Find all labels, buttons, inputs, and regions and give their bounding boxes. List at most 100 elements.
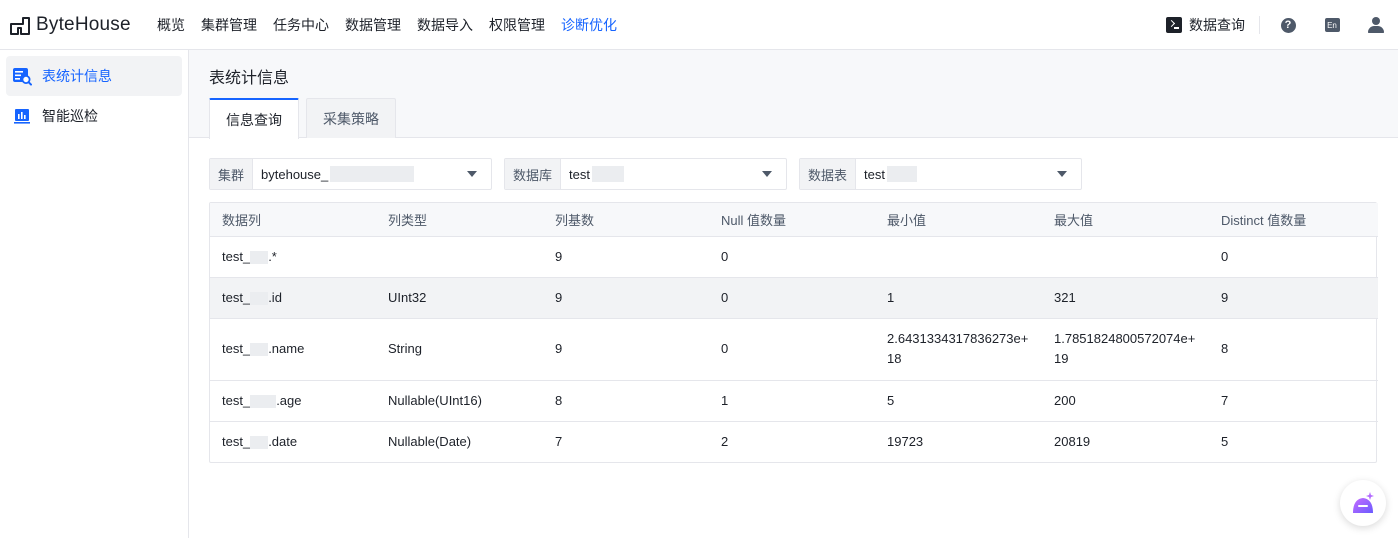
nulls-cell: 2 — [721, 433, 729, 449]
column-header-column: 数据列 — [210, 203, 376, 237]
table-select[interactable]: 数据表 test — [799, 158, 1082, 190]
nav-item-permissions[interactable]: 权限管理 — [489, 15, 545, 35]
table-row[interactable]: test_ .* 9 0 0 — [210, 236, 1378, 278]
column-header-nulls: Null 值数量 — [709, 203, 875, 237]
filter-bar: 集群 bytehouse_ 数据库 test 数据表 test — [209, 158, 1094, 190]
database-select[interactable]: 数据库 test — [504, 158, 787, 190]
table-row[interactable]: test_ .id UInt32 9 0 1 321 9 — [210, 277, 1378, 319]
max-cell: 321 — [1042, 277, 1209, 319]
ai-assistant-icon — [1353, 492, 1374, 513]
cardinality-cell: 8 — [543, 380, 709, 422]
help-button[interactable]: ? — [1266, 0, 1310, 50]
logo-text: ByteHouse — [36, 13, 131, 35]
cardinality-cell: 9 — [543, 236, 709, 278]
nulls-cell: 0 — [709, 277, 875, 319]
cardinality-cell: 7 — [555, 433, 563, 449]
bytehouse-logo-icon — [10, 16, 30, 35]
min-cell — [875, 236, 1042, 278]
nav-item-data-management[interactable]: 数据管理 — [345, 15, 401, 35]
distinct-cell: 9 — [1209, 277, 1378, 319]
main-content: 表统计信息 信息查询 采集策略 集群 bytehouse_ 数据库 test 数… — [189, 50, 1398, 538]
column-suffix: .name — [268, 341, 305, 356]
distinct-cell: 7 — [1209, 380, 1378, 422]
redacted-mask — [250, 394, 277, 408]
table-row[interactable]: test_ .date Nullable(Date) 7 2 19723 2081… — [210, 421, 1378, 462]
nav-item-clusters[interactable]: 集群管理 — [201, 15, 257, 35]
distinct-cell: 5 — [1221, 433, 1229, 449]
nulls-cell: 0 — [709, 318, 875, 381]
table-row[interactable]: test_ .name String 9 0 2.6431334317836273… — [210, 318, 1378, 381]
user-button[interactable] — [1354, 0, 1398, 50]
nav-item-overview[interactable]: 概览 — [157, 15, 185, 35]
logo[interactable]: ByteHouse — [9, 14, 149, 36]
distinct-cell: 8 — [1209, 318, 1378, 381]
cluster-select[interactable]: 集群 bytehouse_ — [209, 158, 492, 190]
sidebar-item-smart-inspection[interactable]: 智能巡检 — [6, 96, 182, 136]
column-suffix: .date — [268, 433, 298, 449]
column-name: test_ — [222, 248, 251, 264]
tabs: 信息查询 采集策略 — [209, 98, 403, 139]
page-header: 表统计信息 信息查询 采集策略 — [189, 50, 1398, 139]
nav-item-diagnostics[interactable]: 诊断优化 — [561, 15, 617, 35]
cardinality-cell: 9 — [543, 277, 709, 319]
user-icon — [1368, 17, 1384, 33]
nulls-cell: 0 — [709, 236, 875, 278]
type-cell: String — [376, 318, 543, 381]
cluster-select-label: 集群 — [210, 159, 254, 189]
min-cell: 1 — [875, 277, 1042, 319]
question-circle-icon: ? — [1280, 17, 1296, 33]
nulls-cell: 1 — [709, 380, 875, 422]
data-query-label: 数据查询 — [1189, 17, 1245, 33]
page-title: 表统计信息 — [209, 70, 290, 87]
min-cell: 5 — [875, 380, 1042, 422]
chevron-down-icon — [467, 171, 477, 177]
sidebar: 表统计信息 智能巡检 — [0, 50, 189, 538]
table-select-value: test — [864, 166, 885, 182]
max-cell: 1.7851824800572074e+19 — [1042, 318, 1209, 381]
distinct-cell: 0 — [1209, 236, 1378, 278]
data-query-button[interactable]: 数据查询 — [1166, 16, 1260, 34]
redacted-mask — [250, 250, 269, 264]
language-button[interactable]: En — [1310, 0, 1354, 50]
cluster-select-value: bytehouse_ — [261, 166, 329, 182]
stats-table: 数据列 列类型 列基数 Null 值数量 最小值 最大值 Distinct 值数… — [209, 202, 1378, 463]
tab-info-query[interactable]: 信息查询 — [209, 98, 299, 139]
column-suffix: .* — [268, 248, 277, 264]
table-row[interactable]: test_ .age Nullable(UInt16) 8 1 5 200 7 — [210, 380, 1378, 422]
redacted-mask — [250, 343, 269, 357]
redacted-mask — [250, 435, 269, 449]
type-cell — [376, 236, 543, 278]
nav-right: 数据查询 ? En — [1166, 0, 1398, 50]
sidebar-item-label: 智能巡检 — [42, 108, 98, 124]
nav-item-tasks[interactable]: 任务中心 — [273, 15, 329, 35]
nav-item-data-import[interactable]: 数据导入 — [417, 15, 473, 35]
redacted-mask — [591, 166, 624, 182]
max-cell — [1042, 236, 1209, 278]
database-select-value: test — [569, 166, 590, 182]
min-cell: 2.6431334317836273e+18 — [875, 318, 1042, 381]
database-select-label: 数据库 — [505, 159, 562, 189]
column-header-max: 最大值 — [1042, 203, 1209, 237]
terminal-icon — [1166, 17, 1182, 33]
max-cell: 200 — [1042, 380, 1209, 422]
sidebar-item-table-stats[interactable]: 表统计信息 — [6, 56, 182, 96]
column-header-cardinality: 列基数 — [543, 203, 709, 237]
main-menu: 概览 集群管理 任务中心 数据管理 数据导入 权限管理 诊断优化 — [157, 15, 633, 35]
redacted-mask — [330, 166, 415, 182]
redacted-mask — [886, 166, 917, 182]
type-cell: UInt32 — [376, 277, 543, 319]
ai-assistant-button[interactable] — [1340, 480, 1386, 526]
tab-collection-policy[interactable]: 采集策略 — [306, 98, 396, 138]
min-cell: 19723 — [887, 433, 924, 449]
type-cell: Nullable(UInt16) — [376, 380, 543, 422]
column-name: test_ — [222, 392, 251, 408]
table-search-icon — [13, 68, 32, 86]
language-icon: En — [1324, 18, 1340, 32]
column-name: test_ — [222, 341, 251, 356]
table-header-row: 数据列 列类型 列基数 Null 值数量 最小值 最大值 Distinct 值数… — [210, 203, 1378, 237]
type-cell: Nullable(Date) — [388, 433, 472, 449]
column-header-distinct: Distinct 值数量 — [1209, 203, 1378, 237]
column-suffix: .age — [276, 392, 302, 408]
column-header-type: 列类型 — [376, 203, 543, 237]
bar-chart-icon — [14, 109, 30, 124]
